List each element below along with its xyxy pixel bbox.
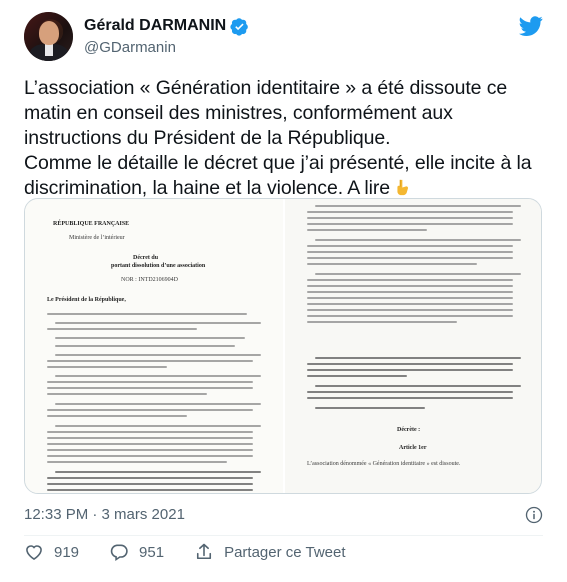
tweet-timestamp[interactable]: 12:33 PM · 3 mars 2021 [24, 506, 185, 523]
twitter-bird-icon[interactable] [519, 14, 543, 38]
tweet-meta-row: 12:33 PM · 3 mars 2021 [24, 504, 543, 526]
author-display-name-row[interactable]: Gérald DARMANIN [84, 16, 249, 36]
verified-badge-icon [230, 17, 249, 36]
decree-article-text: L’association dénommée « Génération iden… [307, 461, 461, 467]
decree-decrete: Décrète : [397, 427, 421, 433]
decree-header: RÉPUBLIQUE FRANÇAISE [53, 221, 130, 227]
heart-icon [26, 545, 42, 561]
decree-subtitle: portant dissolution d’une association [111, 263, 206, 269]
like-count: 919 [54, 543, 80, 561]
decree-intro: Le Président de la République, [47, 297, 126, 303]
info-icon[interactable] [525, 506, 543, 524]
tweet-header: Gérald DARMANIN @GDarmanin [24, 12, 543, 64]
share-icon [197, 543, 212, 560]
author-handle[interactable]: @GDarmanin [84, 38, 249, 58]
tweet-text: L’association « Génération identitaire »… [24, 76, 543, 201]
separator [24, 535, 543, 536]
avatar[interactable] [24, 12, 73, 61]
author-display-name[interactable]: Gérald DARMANIN [84, 16, 226, 36]
decree-nor: NOR : INTD2106904D [121, 277, 178, 283]
tweet-body: L’association « Génération identitaire »… [24, 77, 532, 199]
reply-button[interactable]: 951 [109, 540, 164, 564]
attached-image[interactable]: RÉPUBLIQUE FRANÇAISE Ministère de l’inté… [24, 198, 542, 494]
reply-icon [110, 544, 128, 561]
pointing-down-hand-icon [397, 179, 409, 196]
like-button[interactable]: 919 [24, 540, 79, 564]
action-bar: 919 951 Partager ce Tweet [24, 540, 376, 564]
decree-page-left: RÉPUBLIQUE FRANÇAISE Ministère de l’inté… [25, 199, 283, 493]
share-label: Partager ce Tweet [224, 543, 346, 561]
author-names: Gérald DARMANIN @GDarmanin [84, 16, 249, 58]
reply-count: 951 [139, 543, 165, 561]
decree-ministry: Ministère de l’intérieur [69, 235, 125, 241]
decree-page-right: Décrète : Article 1er L’association déno… [285, 199, 541, 493]
share-button[interactable]: Partager ce Tweet [194, 540, 346, 564]
decree-article: Article 1er [399, 445, 427, 451]
decree-title: Décret du [133, 255, 159, 261]
